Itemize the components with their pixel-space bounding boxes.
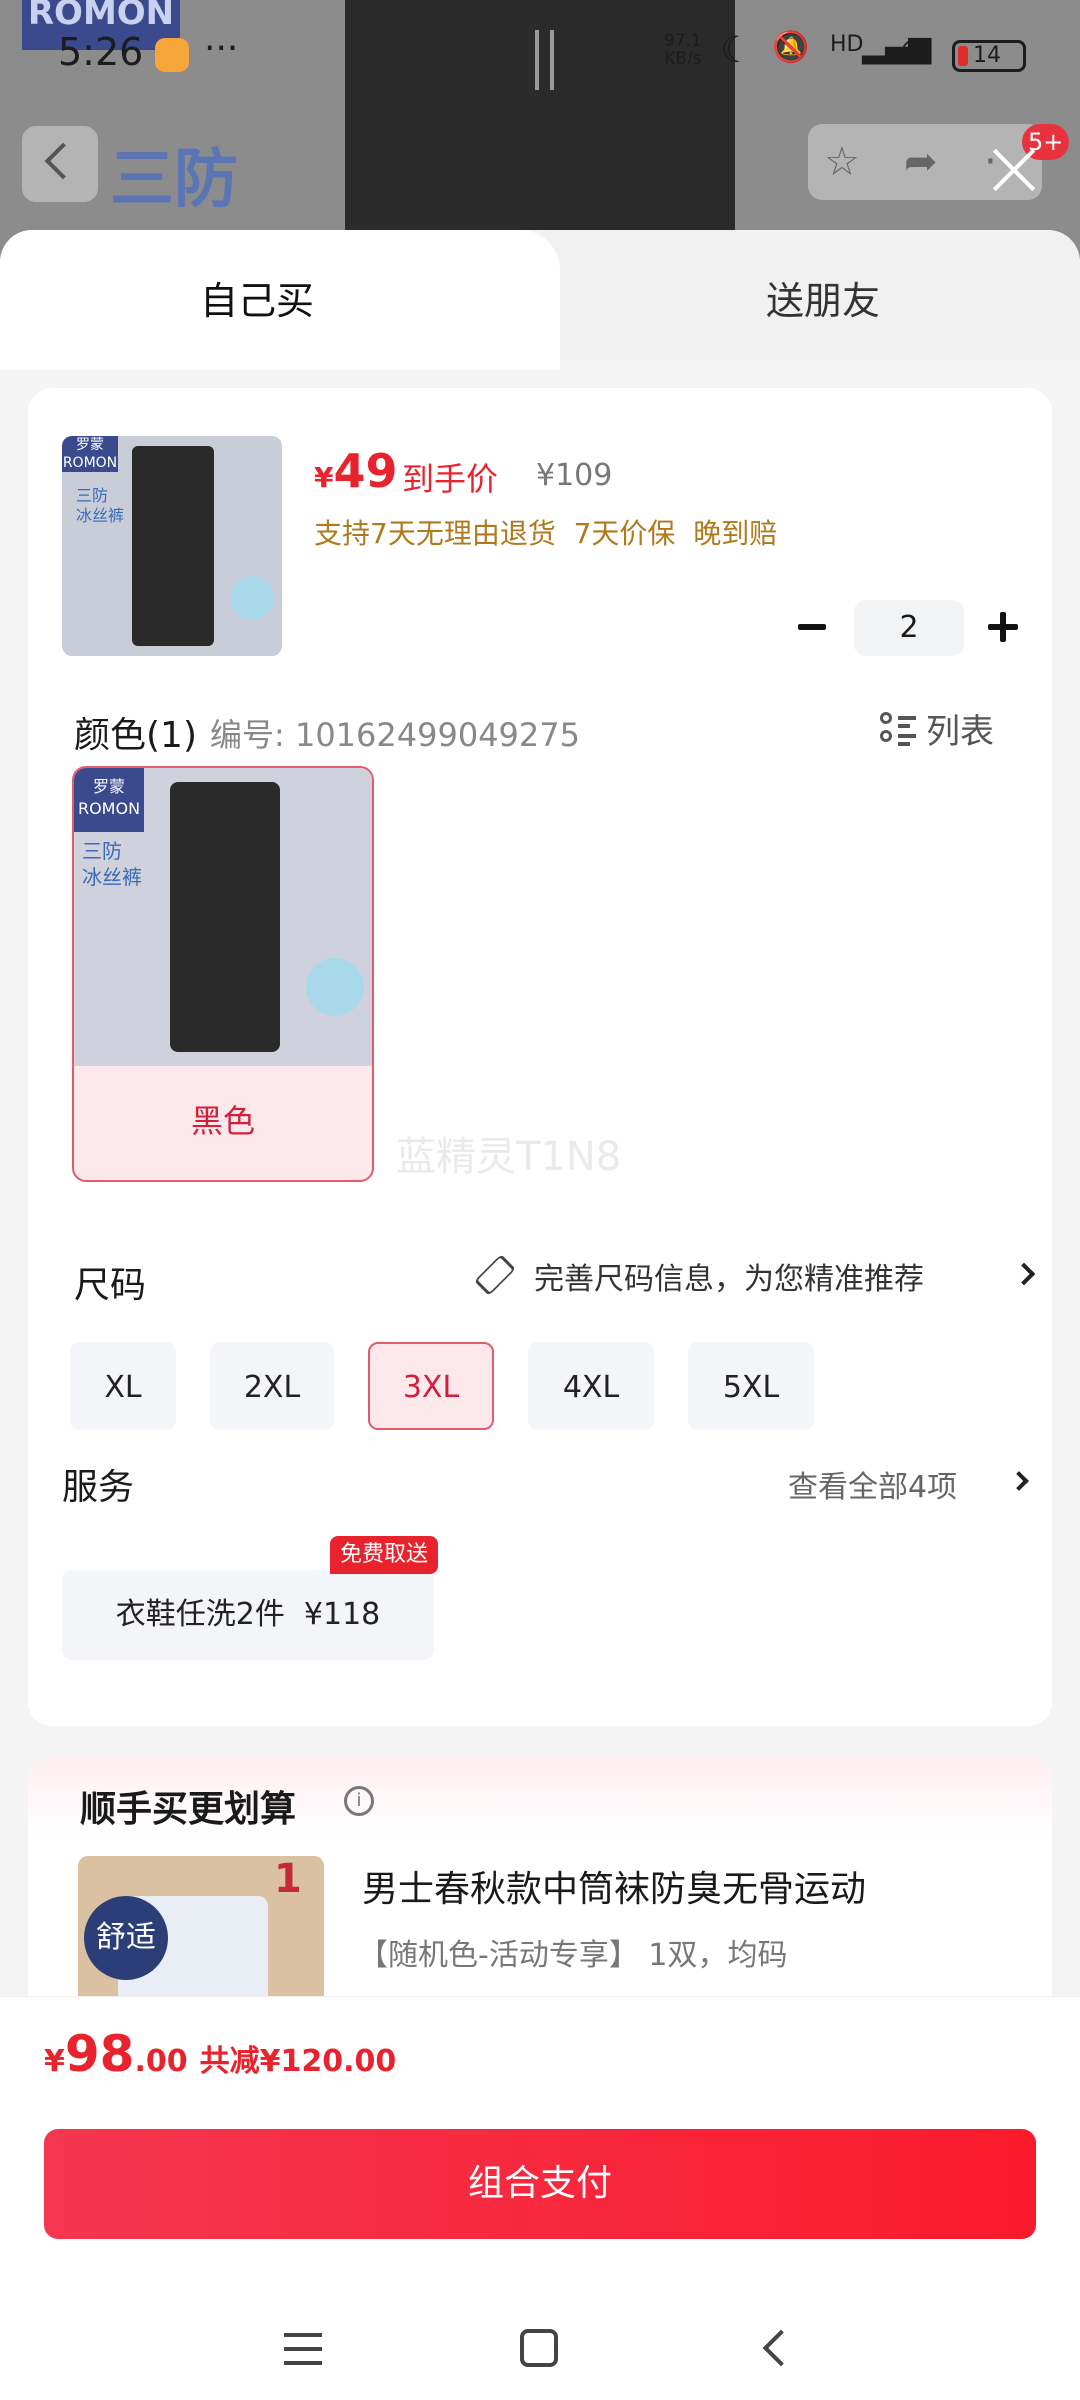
status-time: 5:26 — [58, 30, 144, 74]
quantity-stepper: 2 — [798, 600, 1028, 656]
bundle-item-name[interactable]: 男士春秋款中筒袜防臭无骨运动 — [362, 1860, 866, 1912]
list-icon — [880, 712, 916, 748]
thumbnail-logo: 罗蒙 ROMON — [62, 436, 118, 472]
status-bar: 5:26 ··· 97.1 KB/s ☾ 🔕 HD ▂▄▆ ◠ 14 — [0, 0, 1080, 100]
total-price: ¥98.00 共减¥120.00 — [44, 2025, 396, 2083]
size-option-5xl[interactable]: 5XL — [688, 1342, 814, 1430]
total-savings: 共减¥120.00 — [199, 2044, 397, 2079]
pants-image — [170, 782, 280, 1052]
home-icon[interactable] — [520, 2329, 558, 2367]
currency-symbol: ¥ — [44, 2044, 65, 2079]
moon-icon: ☾ — [720, 30, 753, 71]
quantity-value[interactable]: 2 — [854, 600, 964, 656]
back-arrow-icon — [44, 142, 82, 180]
mute-icon: 🔕 — [772, 30, 810, 65]
chevron-right-icon — [1009, 1471, 1029, 1491]
product-options-card: 罗蒙 ROMON 三防 冰丝裤 ¥49 到手价 ¥109 支持7天无理由退货 7… — [28, 388, 1052, 1726]
bundle-item-image[interactable]: 舒适 1 — [78, 1856, 324, 2016]
service-guarantees: 支持7天无理由退货 7天价保 晚到赔 — [314, 517, 778, 550]
total-integer: 98 — [64, 2025, 135, 2083]
status-more: ··· — [204, 28, 239, 69]
star-icon: ☆ — [824, 139, 860, 185]
list-view-label: 列表 — [926, 712, 994, 752]
service-heading: 服务 — [62, 1467, 135, 1508]
tab-label: 自己买 — [200, 279, 315, 323]
view-all-services-label: 查看全部4项 — [788, 1470, 958, 1505]
cool-feel-icon — [230, 576, 274, 620]
watermark: 蓝精灵T1N8 — [396, 1134, 622, 1180]
ruler-icon — [474, 1254, 516, 1296]
product-thumbnail[interactable]: 罗蒙 ROMON 三防 冰丝裤 — [62, 436, 282, 656]
tab-buy-self[interactable]: 自己买 — [0, 230, 560, 370]
swatch-text: 三防 冰丝裤 — [82, 839, 142, 889]
bundle-deal-card: 顺手买更划算 i 舒适 1 男士春秋款中筒袜防臭无骨运动 【随机色-活动专享】 … — [28, 1756, 1052, 2016]
final-price-label: 到手价 — [402, 460, 499, 498]
cool-feel-icon — [306, 958, 364, 1016]
close-icon[interactable] — [990, 146, 1038, 194]
battery-icon: 14 — [952, 40, 1026, 72]
minus-icon[interactable] — [798, 624, 826, 630]
free-pickup-badge: 免费取送 — [330, 1536, 439, 1574]
menu-icon[interactable] — [284, 2333, 322, 2367]
pants-image — [132, 446, 214, 646]
battery-level: 14 — [973, 43, 1001, 68]
chevron-right-icon — [1012, 1262, 1036, 1286]
back-icon[interactable] — [762, 2329, 800, 2367]
wifi-icon: ◠ — [900, 30, 928, 68]
pair-count: 1 — [274, 1856, 302, 1902]
size-option-4xl[interactable]: 4XL — [528, 1342, 654, 1430]
app-notification-icon — [155, 38, 189, 72]
thumbnail-text: 三防 冰丝裤 — [76, 486, 125, 525]
purchase-tabs: 送朋友 自己买 — [0, 230, 1080, 370]
color-option-black[interactable]: 罗蒙 ROMON 三防 冰丝裤 黑色 — [72, 766, 374, 1182]
combined-pay-button[interactable]: 组合支付 — [44, 2129, 1036, 2239]
size-option-xl[interactable]: XL — [70, 1342, 176, 1430]
view-all-services-link[interactable]: 查看全部4项 — [788, 1462, 1029, 1506]
comfort-seal: 舒适 — [84, 1896, 168, 1980]
size-recommend-text: 完善尺码信息，为您精准推荐 — [534, 1262, 924, 1297]
color-option-image: 罗蒙 ROMON 三防 冰丝裤 — [74, 768, 372, 1066]
product-code: 编号: 10162499049275 — [210, 716, 580, 754]
share-icon: ➦ — [904, 139, 938, 185]
color-heading: 颜色(1) — [74, 715, 197, 756]
laundry-service-option[interactable]: 衣鞋任洗2件 ¥118 — [62, 1570, 434, 1660]
total-decimal: .00 — [134, 2044, 188, 2079]
checkout-bar: ¥98.00 共减¥120.00 组合支付 — [0, 1996, 1080, 2400]
bundle-item-desc: 【随机色-活动专享】 1双，均码 — [358, 1938, 788, 1973]
network-speed: 97.1 KB/s — [664, 31, 702, 69]
background-back-button — [22, 126, 98, 202]
bundle-title: 顺手买更划算 — [80, 1789, 297, 1830]
size-option-2xl[interactable]: 2XL — [210, 1342, 334, 1430]
size-option-3xl[interactable]: 3XL — [368, 1342, 494, 1430]
background-title: 三防 — [110, 143, 238, 217]
original-price: ¥109 — [536, 458, 613, 493]
tab-label: 送朋友 — [766, 279, 881, 323]
color-option-name: 黑色 — [190, 1102, 255, 1140]
swatch-logo: 罗蒙 ROMON — [74, 768, 144, 832]
tab-gift-friend[interactable]: 送朋友 — [540, 230, 1080, 360]
signal-label: HD — [830, 32, 864, 57]
plus-icon[interactable] — [988, 612, 1018, 642]
size-heading: 尺码 — [74, 1265, 147, 1306]
system-nav-bar — [0, 2267, 1080, 2400]
final-price: ¥49 — [314, 444, 398, 498]
info-icon[interactable]: i — [344, 1786, 374, 1816]
